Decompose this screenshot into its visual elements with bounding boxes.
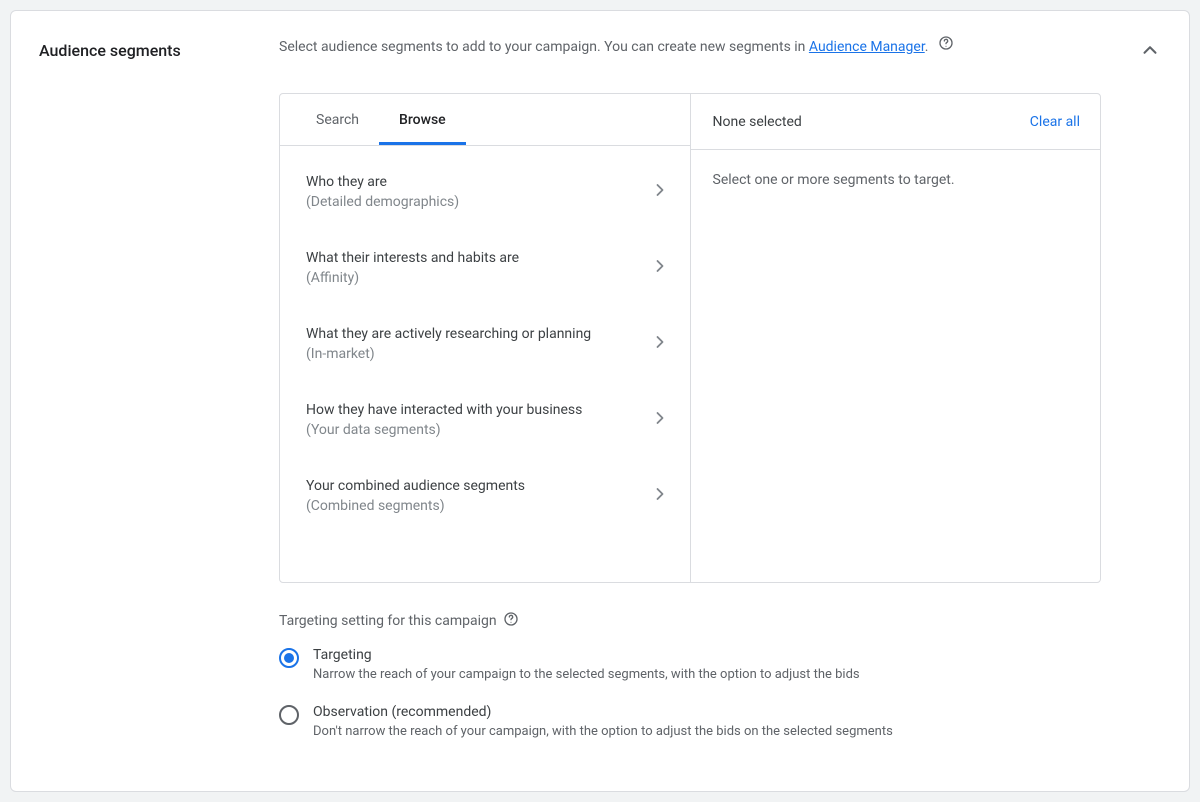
category-sub: (In-market) — [306, 344, 638, 364]
category-item-yourdata[interactable]: How they have interacted with your busin… — [280, 382, 690, 458]
category-title: Your combined audience segments — [306, 476, 638, 496]
category-title: How they have interacted with your busin… — [306, 400, 638, 420]
chevron-right-icon — [650, 408, 670, 432]
clear-all-button[interactable]: Clear all — [1030, 114, 1080, 130]
intro-suffix: . — [925, 39, 929, 55]
radio-button[interactable] — [279, 705, 299, 725]
category-list: Who they are (Detailed demographics) Wha… — [280, 146, 690, 542]
category-title: What they are actively researching or pl… — [306, 324, 638, 344]
chevron-right-icon — [650, 484, 670, 508]
category-title: What their interests and habits are — [306, 248, 638, 268]
tabs: Search Browse — [280, 94, 690, 146]
help-icon[interactable] — [938, 35, 954, 51]
intro-text: Select audience segments to add to your … — [279, 35, 1121, 57]
category-sub: (Detailed demographics) — [306, 192, 638, 212]
category-sub: (Affinity) — [306, 268, 638, 288]
category-item-demographics[interactable]: Who they are (Detailed demographics) — [280, 154, 690, 230]
help-icon[interactable] — [503, 611, 519, 631]
category-sub: (Combined segments) — [306, 496, 638, 516]
radio-desc: Narrow the reach of your campaign to the… — [313, 667, 860, 682]
radio-targeting[interactable]: Targeting Narrow the reach of your campa… — [279, 647, 1101, 682]
panel-left: Search Browse Who they are (Detailed dem… — [280, 94, 691, 582]
intro-prefix: Select audience segments to add to your … — [279, 39, 809, 55]
radio-desc: Don't narrow the reach of your campaign,… — [313, 724, 893, 739]
radio-title: Targeting — [313, 647, 860, 663]
chevron-right-icon — [650, 180, 670, 204]
category-item-inmarket[interactable]: What they are actively researching or pl… — [280, 306, 690, 382]
tab-browse[interactable]: Browse — [379, 94, 466, 145]
tab-search[interactable]: Search — [296, 94, 379, 145]
audience-manager-link[interactable]: Audience Manager — [809, 39, 925, 55]
radio-button[interactable] — [279, 648, 299, 668]
chevron-right-icon — [650, 332, 670, 356]
selected-empty-text: Select one or more segments to target. — [691, 150, 1101, 210]
targeting-area: Targeting setting for this campaign Targ… — [279, 611, 1101, 739]
collapse-button[interactable] — [1139, 39, 1161, 65]
category-item-affinity[interactable]: What their interests and habits are (Aff… — [280, 230, 690, 306]
audience-segments-card: Audience segments Select audience segmen… — [10, 10, 1190, 792]
section-title: Audience segments — [39, 35, 279, 60]
chevron-right-icon — [650, 256, 670, 280]
category-item-combined[interactable]: Your combined audience segments (Combine… — [280, 458, 690, 534]
category-title: Who they are — [306, 172, 638, 192]
category-sub: (Your data segments) — [306, 420, 638, 440]
radio-observation[interactable]: Observation (recommended) Don't narrow t… — [279, 704, 1101, 739]
radio-title: Observation (recommended) — [313, 704, 893, 720]
selected-header: None selected — [713, 114, 802, 130]
targeting-label: Targeting setting for this campaign — [279, 613, 497, 629]
panel-right: None selected Clear all Select one or mo… — [691, 94, 1101, 582]
segments-panel: Search Browse Who they are (Detailed dem… — [279, 93, 1101, 583]
